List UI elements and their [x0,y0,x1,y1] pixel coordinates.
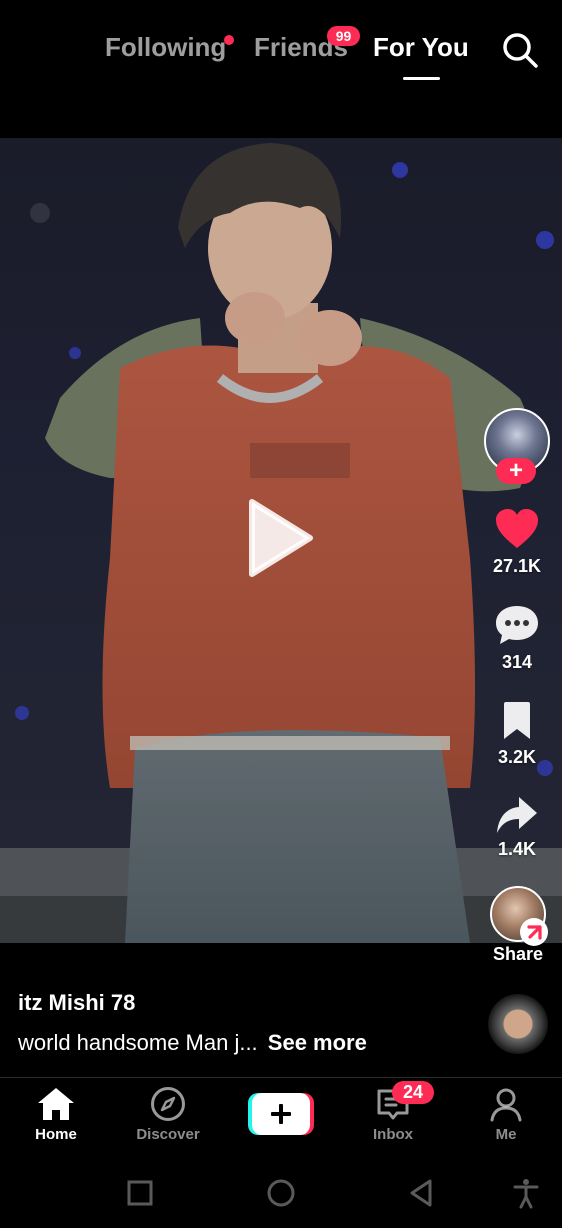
video-player[interactable] [0,138,562,943]
back-icon[interactable] [406,1177,438,1209]
like-button[interactable]: 27.1K [480,508,554,577]
heart-icon [496,509,538,548]
creator-username[interactable]: itz Mishi 78 [18,990,135,1016]
tab-for-you[interactable]: For You [373,32,469,63]
nav-discover-label: Discover [136,1126,200,1143]
see-more-link[interactable]: See more [268,1030,367,1055]
system-navigation-bar [0,1157,562,1228]
recents-icon[interactable] [124,1177,156,1209]
compass-icon [151,1087,185,1121]
active-tab-indicator [403,77,440,80]
comment-icon [496,606,538,644]
bottom-nav: Home Discover Inbox 24 Me [0,1077,562,1157]
nav-inbox-label: Inbox [373,1126,413,1143]
following-notification-dot [224,35,235,45]
friends-badge: 99 [327,26,360,46]
create-button[interactable] [248,1093,314,1135]
nav-me[interactable]: Me [461,1086,551,1143]
nav-home[interactable]: Home [11,1086,101,1143]
shares-count: 1.4K [497,839,537,859]
plus-icon [248,1093,314,1135]
likes-count: 27.1K [492,556,542,576]
accessibility-icon[interactable] [510,1177,542,1209]
nav-home-label: Home [35,1126,77,1143]
caption-text: world handsome Man j... [18,1030,258,1055]
tab-following-label: Following [105,32,227,62]
search-icon [503,33,538,68]
save-button[interactable]: 3.2K [480,701,554,768]
comment-button[interactable]: 314 [480,604,554,673]
tab-for-you-label: For You [373,32,469,62]
bookmark-icon [504,702,530,739]
nav-me-label: Me [495,1126,517,1143]
comments-count: 314 [501,652,533,672]
top-tabs: Following Friends 99 For You [0,0,562,100]
share-icon [497,797,537,833]
play-icon[interactable] [246,496,316,580]
tab-following[interactable]: Following [105,32,235,63]
home-icon [38,1088,74,1120]
nav-discover[interactable]: Discover [123,1086,213,1143]
sound-badge [520,918,548,946]
saves-count: 3.2K [497,747,537,767]
inbox-badge: 24 [392,1081,434,1104]
search-button[interactable] [500,30,540,70]
share-button[interactable]: 1.4K [480,795,554,860]
music-disc[interactable] [488,994,548,1054]
arrow-icon [527,925,542,940]
profile-icon [490,1088,522,1122]
video-caption[interactable]: world handsome Man j... See more [18,1030,367,1056]
share-label: Share [492,944,544,964]
follow-button[interactable]: + [496,458,536,484]
home-circle-icon[interactable] [265,1177,297,1209]
